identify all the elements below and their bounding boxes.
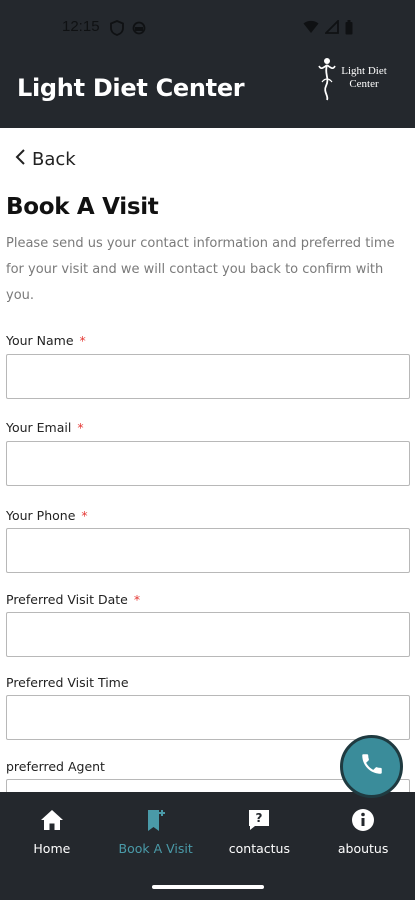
signal-icon xyxy=(323,18,339,40)
visit-time-label: Preferred Visit Time xyxy=(6,675,129,690)
call-button[interactable] xyxy=(340,735,403,798)
back-button[interactable]: Back xyxy=(14,148,76,171)
sync-icon xyxy=(132,20,146,41)
battery-icon xyxy=(345,20,353,40)
phone-label: Your Phone * xyxy=(6,508,88,523)
shield-icon xyxy=(110,20,124,41)
status-bar: 12:15 xyxy=(0,0,415,56)
nav-item-book-a-visit[interactable]: Book A Visit xyxy=(104,792,208,874)
page-intro: Please send us your contact information … xyxy=(6,236,395,303)
nav-label-book-a-visit: Book A Visit xyxy=(118,841,193,856)
svg-text:?: ? xyxy=(256,811,263,825)
visit-date-label: Preferred Visit Date * xyxy=(6,592,141,607)
home-icon xyxy=(39,807,65,833)
email-field[interactable] xyxy=(6,441,410,486)
chevron-left-icon xyxy=(14,148,26,171)
required-mark: * xyxy=(133,592,141,607)
home-gesture-bar[interactable] xyxy=(152,885,264,889)
app-header: Light Diet Center Light Diet Center xyxy=(0,56,415,128)
visit-date-field[interactable] xyxy=(6,612,410,657)
bookmark-add-icon xyxy=(143,807,169,833)
nav-label-home: Home xyxy=(33,841,71,856)
nav-item-home[interactable]: Home xyxy=(0,792,104,874)
page-content: Back Book A Visit Please send us your co… xyxy=(0,128,415,792)
brand-logo: Light Diet Center xyxy=(315,56,393,108)
nav-label-aboutus: aboutus xyxy=(337,841,389,856)
required-mark: * xyxy=(81,508,88,523)
logo-text: Light Diet Center xyxy=(341,65,387,90)
required-mark: * xyxy=(79,333,86,348)
app-title: Light Diet Center xyxy=(17,74,245,102)
nav-item-aboutus[interactable]: aboutus xyxy=(311,792,415,874)
visit-time-field[interactable] xyxy=(6,695,410,740)
status-time: 12:15 xyxy=(62,18,100,35)
info-icon xyxy=(350,807,376,833)
required-mark: * xyxy=(77,420,84,435)
agent-label: preferred Agent xyxy=(6,759,105,774)
name-field[interactable] xyxy=(6,354,410,399)
app-screen: 12:15 Light Diet Center Light Diet Cente… xyxy=(0,0,415,900)
name-label: Your Name * xyxy=(6,333,86,348)
nav-item-contactus[interactable]: ? contactus xyxy=(208,792,312,874)
gesture-area xyxy=(0,874,415,900)
wifi-icon xyxy=(303,20,319,40)
back-label: Back xyxy=(32,149,76,170)
email-label: Your Email * xyxy=(6,420,84,435)
bottom-nav: Home Book A Visit ? contactus aboutus xyxy=(0,792,415,874)
question-chat-icon: ? xyxy=(246,807,272,833)
page-title: Book A Visit xyxy=(6,194,159,220)
nav-label-contactus: contactus xyxy=(228,841,290,856)
phone-icon xyxy=(359,751,385,782)
phone-field[interactable] xyxy=(6,528,410,573)
